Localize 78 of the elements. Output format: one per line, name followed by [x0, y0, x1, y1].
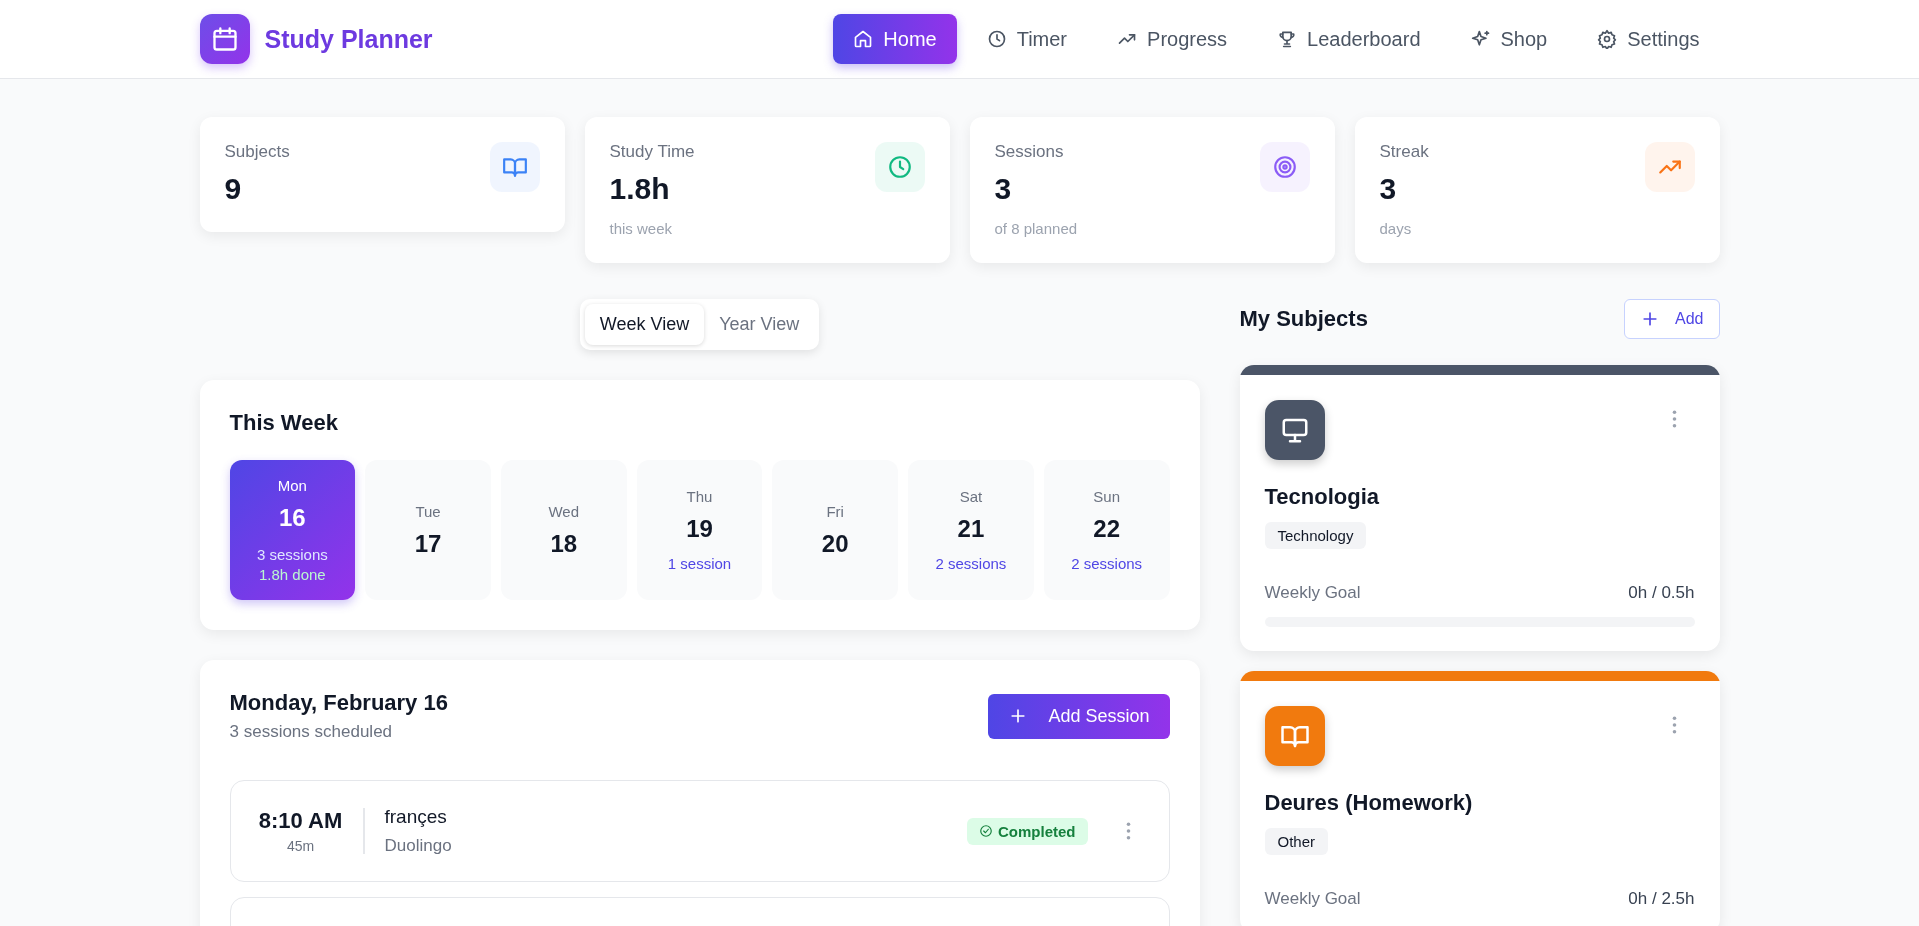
sparkle-icon — [1470, 29, 1491, 49]
stat-label: Study Time — [609, 142, 695, 162]
stat-value: 3 — [1379, 172, 1398, 206]
nav-tab[interactable]: Progress — [1097, 14, 1248, 64]
more-options-icon[interactable] — [1671, 410, 1677, 428]
clock-icon — [986, 29, 1007, 49]
stat-value: 9 — [224, 172, 243, 206]
stat-value: 1.8h — [609, 172, 671, 206]
goal-label: Weekly Goal — [1264, 889, 1361, 909]
day-date: 19 — [686, 515, 713, 543]
section-title: My Subjects — [1239, 306, 1368, 332]
session-count: 2 sessions — [1071, 555, 1143, 572]
day-date: 18 — [550, 529, 578, 558]
add-subject-button[interactable]: Add — [1624, 299, 1720, 339]
subject-name: Deures (Homework) — [1264, 790, 1474, 816]
nav-tab[interactable]: Timer — [966, 14, 1088, 64]
day-name: Mon — [277, 477, 307, 494]
day-date: 16 — [279, 504, 306, 532]
day-tile[interactable]: Sat 21 2 sessions — [908, 460, 1034, 600]
section-title: This Week — [229, 410, 339, 436]
nav-tab[interactable]: Leaderboard — [1257, 14, 1441, 64]
stat-note: days — [1379, 220, 1413, 237]
session-time: 8:10 AM — [258, 808, 343, 834]
session-count: 1 session — [667, 555, 732, 572]
stat-value: 3 — [994, 172, 1013, 206]
session-subject: françes — [384, 806, 448, 828]
session-duration: 45m — [286, 838, 315, 854]
view-tab[interactable]: Year View — [704, 304, 815, 345]
goal-label: Weekly Goal — [1264, 583, 1361, 603]
home-icon — [853, 29, 874, 49]
category-tag: Technology — [1264, 522, 1367, 549]
target-icon — [1271, 154, 1298, 180]
app-title: Study Planner — [264, 24, 433, 54]
day-date: 21 — [957, 515, 985, 543]
day-tile[interactable]: Wed 18 — [500, 460, 627, 600]
session-count: 2 sessions — [935, 555, 1007, 572]
stat-label: Subjects — [224, 142, 290, 162]
day-name: Tue — [415, 502, 441, 520]
day-name: Fri — [826, 502, 844, 520]
day-tile[interactable]: Fri 20 — [772, 460, 899, 600]
day-tile[interactable]: Sun 22 2 sessions — [1043, 460, 1170, 600]
day-subtitle: 3 sessions scheduled — [229, 722, 394, 742]
hours-done: 1.8h done — [259, 566, 326, 583]
add-session-button[interactable]: Add Session — [988, 693, 1170, 739]
stat-note: this week — [609, 220, 674, 237]
calendar-icon — [210, 25, 239, 53]
day-date: 17 — [414, 529, 442, 558]
goal-value: 0h / 2.5h — [1628, 889, 1695, 909]
day-name: Sun — [1093, 488, 1120, 505]
stat-note: of 8 planned — [994, 220, 1078, 237]
day-tile[interactable]: Tue 17 — [365, 460, 491, 600]
day-name: Wed — [548, 502, 580, 520]
check-circle-icon — [979, 824, 993, 838]
day-name: Thu — [686, 488, 713, 505]
category-tag: Other — [1264, 828, 1328, 855]
nav-tab[interactable]: Home — [833, 14, 957, 64]
stat-label: Sessions — [994, 142, 1065, 162]
day-tile[interactable]: Thu 19 1 session — [636, 460, 763, 600]
session-count: 3 sessions — [256, 546, 328, 563]
day-title: Monday, February 16 — [229, 690, 448, 716]
stat-label: Streak — [1379, 142, 1429, 162]
day-tile[interactable]: Mon 16 3 sessions 1.8h done — [229, 460, 356, 600]
nav-tab[interactable]: Settings — [1577, 14, 1720, 64]
more-options-icon[interactable] — [1125, 822, 1131, 840]
clock-icon — [886, 154, 913, 180]
day-date: 22 — [1093, 515, 1120, 543]
more-options-icon[interactable] — [1671, 716, 1677, 734]
view-tab[interactable]: Week View — [584, 304, 705, 345]
trophy-icon — [1277, 29, 1298, 49]
goal-value: 0h / 0.5h — [1628, 583, 1695, 603]
session-note: Duolingo — [384, 836, 453, 856]
status-badge: Completed — [967, 817, 1088, 845]
settings-icon — [1597, 29, 1618, 49]
day-name: Sat — [959, 488, 983, 505]
nav-tab[interactable]: Shop — [1450, 14, 1568, 64]
day-date: 20 — [821, 529, 849, 558]
subject-name: Tecnologia — [1264, 484, 1380, 510]
session-card[interactable]: 8:10 AM 45m françes Duolingo Completed — [229, 780, 1170, 882]
